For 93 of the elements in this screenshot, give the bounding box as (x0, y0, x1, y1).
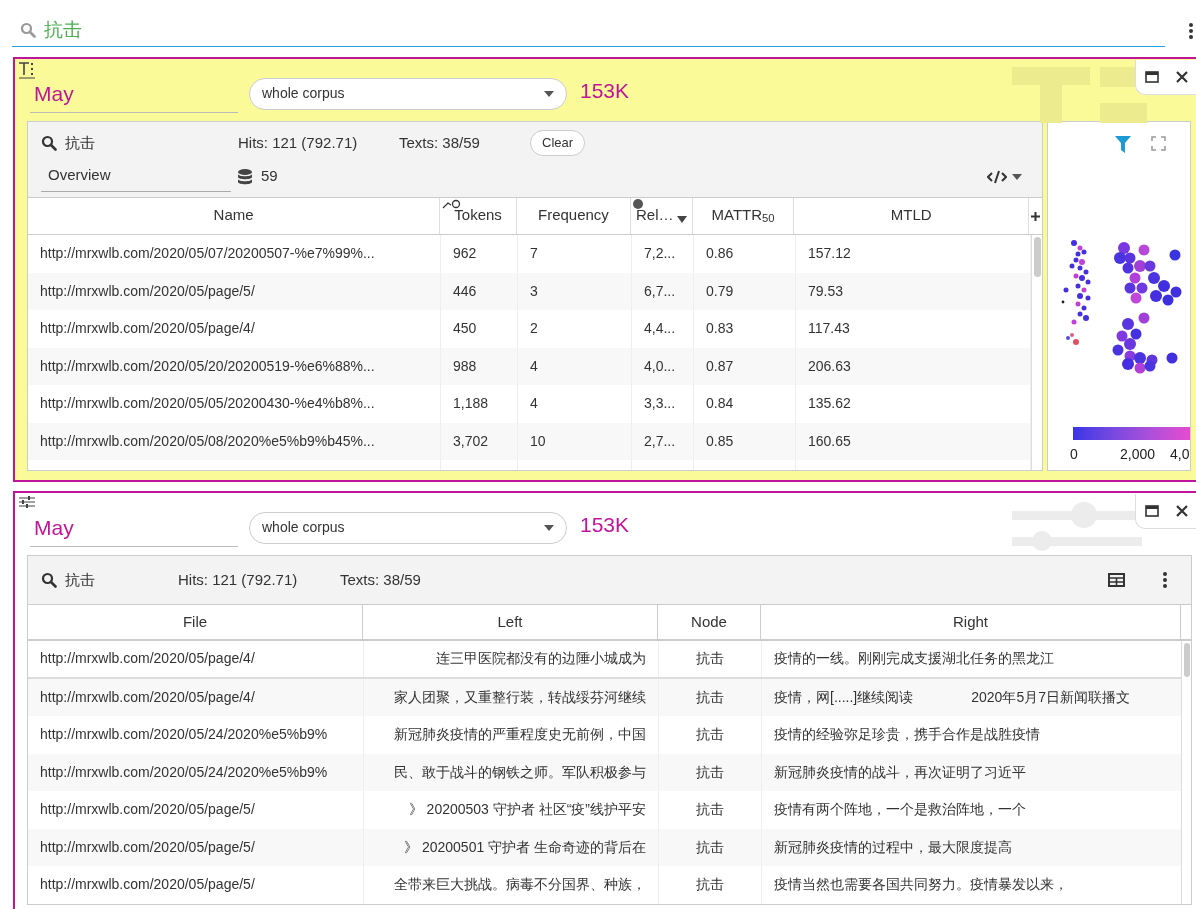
node-cell-text: 抗击 (696, 725, 724, 745)
column-header[interactable]: MTLD (794, 198, 1029, 234)
file-cell-text: http://mrxwlb.com/2020/05/24/2020%e5%b9% (40, 762, 328, 782)
table-cell-text: http://mrxwlb.com/2020/05/08/2020%e5%b9%b45%... (40, 431, 375, 451)
table-cell-text: 0.83 (706, 319, 734, 339)
clear-button[interactable]: Clear (530, 130, 586, 156)
table-cell-text: 117.43 (808, 319, 850, 339)
table-cell-text: 0.86 (706, 244, 734, 264)
table-cell-text: 988 (453, 356, 477, 376)
table-cell-text: 4,4... (644, 319, 676, 339)
table-cell-text: 3,702 (453, 431, 489, 451)
right-context-cell-text: 新冠肺炎疫情的过程中，最大限度提高 (774, 837, 1012, 857)
table-cell-text: 450 (453, 319, 477, 339)
file-cell-text: http://mrxwlb.com/2020/05/24/2020%e5%b9% (40, 725, 328, 745)
file-cell-text: http://mrxwlb.com/2020/05/page/5/ (40, 800, 255, 820)
right-context-cell-text: 新冠肺炎疫情的战斗，再次证明了习近平 (774, 762, 1026, 782)
column-header[interactable]: File (28, 605, 363, 639)
node-cell-text: 抗击 (696, 800, 724, 820)
scale-tick-label: 0 (1070, 445, 1078, 464)
left-context-cell-text: 民、敢于战斗的钢铁之师。军队积极参与 (394, 762, 646, 782)
file-cell-text: http://mrxwlb.com/2020/05/page/4/ (40, 687, 255, 707)
column-header[interactable]: Name (28, 198, 441, 234)
node-cell-text: 抗击 (696, 687, 724, 707)
table-cell-text: 0.87 (706, 356, 734, 376)
corpus-size: 153K (580, 78, 630, 104)
left-context-cell-text: 全带来巨大挑战。病毒不分国界、种族， (394, 875, 646, 895)
table-cell-text: 206.63 (808, 356, 851, 376)
right-context-cell-text: 疫情当然也需要各国共同努力。疫情暴发以来， (774, 875, 1068, 895)
texts-count: Texts: 38/59 (399, 132, 481, 153)
view-selector[interactable]: Overview (41, 161, 231, 192)
table-cell-text: http://mrxwlb.com/2020/05/20/20200519-%e6%88%... (40, 356, 375, 376)
scope-dropdown[interactable]: whole corpus (249, 511, 567, 544)
table-cell-text: http://mrxwlb.com/2020/05/page/5/ (40, 281, 255, 301)
table-cell-text: http://mrxwlb.com/2020/05/page/4/ (40, 319, 255, 339)
right-context-cell-text: 2020年5月7日新闻联播文 (971, 687, 1130, 707)
table-cell-text: 962 (453, 244, 477, 264)
scope-dropdown[interactable]: whole corpus (249, 77, 567, 110)
file-cell-text: http://mrxwlb.com/2020/05/page/5/ (40, 875, 255, 895)
texts-count: Texts: 38/59 (340, 569, 421, 590)
column-header[interactable]: MATTR$_{50}$ (692, 198, 795, 234)
left-context-cell-text: 连三甲医院都没有的边陲小城成为 (436, 649, 646, 669)
column-header[interactable]: Right (761, 605, 1181, 639)
table-cell-text: 7,2... (644, 244, 676, 264)
column-header[interactable]: Left (363, 605, 658, 639)
node-cell-text: 抗击 (696, 762, 724, 782)
table-cell-text: 160.65 (808, 431, 851, 451)
table-cell-text: http://mrxwlb.com/2020/05/05/20200430-%e4%b8%... (40, 394, 375, 414)
table-cell-text: 1,188 (453, 394, 489, 414)
title-field[interactable]: May (30, 78, 238, 113)
table-cell-text: 4,0... (644, 356, 676, 376)
scale-tick-label: 2,000 (1120, 445, 1156, 464)
left-context-cell-text: 》 20200501 守护者 生命奇迹的背后在 (404, 837, 646, 857)
right-context-cell-text: 疫情，网[.....]继续阅读 (774, 687, 914, 707)
table-cell-text: 2 (530, 319, 538, 339)
table-cell-text: 0.84 (706, 394, 734, 414)
table-cell-text: 7 (530, 244, 538, 264)
right-context-cell-text: 疫情有两个阵地，一个是救治阵地，一个 (774, 800, 1026, 820)
table-cell-text: 0.79 (706, 281, 734, 301)
table-cell-text: http://mrxwlb.com/2020/05/07/20200507-%e7%99%... (40, 244, 375, 264)
corpus-size: 153K (580, 512, 630, 538)
hits-count: Hits: 121 (792.71) (178, 569, 299, 590)
right-context-cell-text: 疫情的经验弥足珍贵，携手合作是战胜疫情 (774, 725, 1040, 745)
table-cell-text: 6,7... (644, 281, 676, 301)
query-text: 抗击 (65, 132, 95, 153)
column-header[interactable]: Frequency (517, 198, 631, 234)
table-cell-text: 446 (453, 281, 477, 301)
table-cell-text: 79.53 (808, 281, 844, 301)
table-cell-text: 3 (530, 281, 538, 301)
right-context-cell-text: 疫情的一线。刚刚完成支援湖北任务的黑龙江 (774, 649, 1054, 669)
table-cell-text: 4 (530, 394, 538, 414)
hits-count: Hits: 121 (792.71) (238, 132, 359, 153)
table-cell-text: 2,7... (644, 431, 676, 451)
file-cell-text: http://mrxwlb.com/2020/05/page/5/ (40, 837, 255, 857)
table-cell-text: 135.62 (808, 394, 851, 414)
node-cell-text: 抗击 (696, 875, 724, 895)
column-header[interactable]: Rel… (630, 198, 693, 234)
left-context-cell-text: 家人团聚，又重整行装，转战绥芬河继续 (394, 687, 646, 707)
left-context-cell-text: 》 20200503 守护者 社区“疫”线护平安 (408, 800, 646, 820)
scale-tick-label: 4,0 (1170, 445, 1190, 464)
file-cell-text: http://mrxwlb.com/2020/05/page/4/ (40, 649, 255, 669)
column-header[interactable]: Tokens (440, 198, 518, 234)
node-cell-text: 抗击 (696, 837, 724, 857)
table-cell-text: 10 (530, 431, 546, 451)
node-cell-text: 抗击 (696, 649, 724, 669)
table-cell-text: 157.12 (808, 244, 851, 264)
table-cell-text: 4 (530, 356, 538, 376)
column-header[interactable]: Node (658, 605, 761, 639)
table-cell-text: 3,3... (644, 394, 676, 414)
document-count: 59 (261, 166, 278, 187)
left-context-cell-text: 新冠肺炎疫情的严重程度史无前例，中国 (394, 725, 646, 745)
title-field[interactable]: May (30, 512, 238, 547)
table-cell-text: 0.85 (706, 431, 734, 451)
query-text: 抗击 (65, 569, 95, 590)
